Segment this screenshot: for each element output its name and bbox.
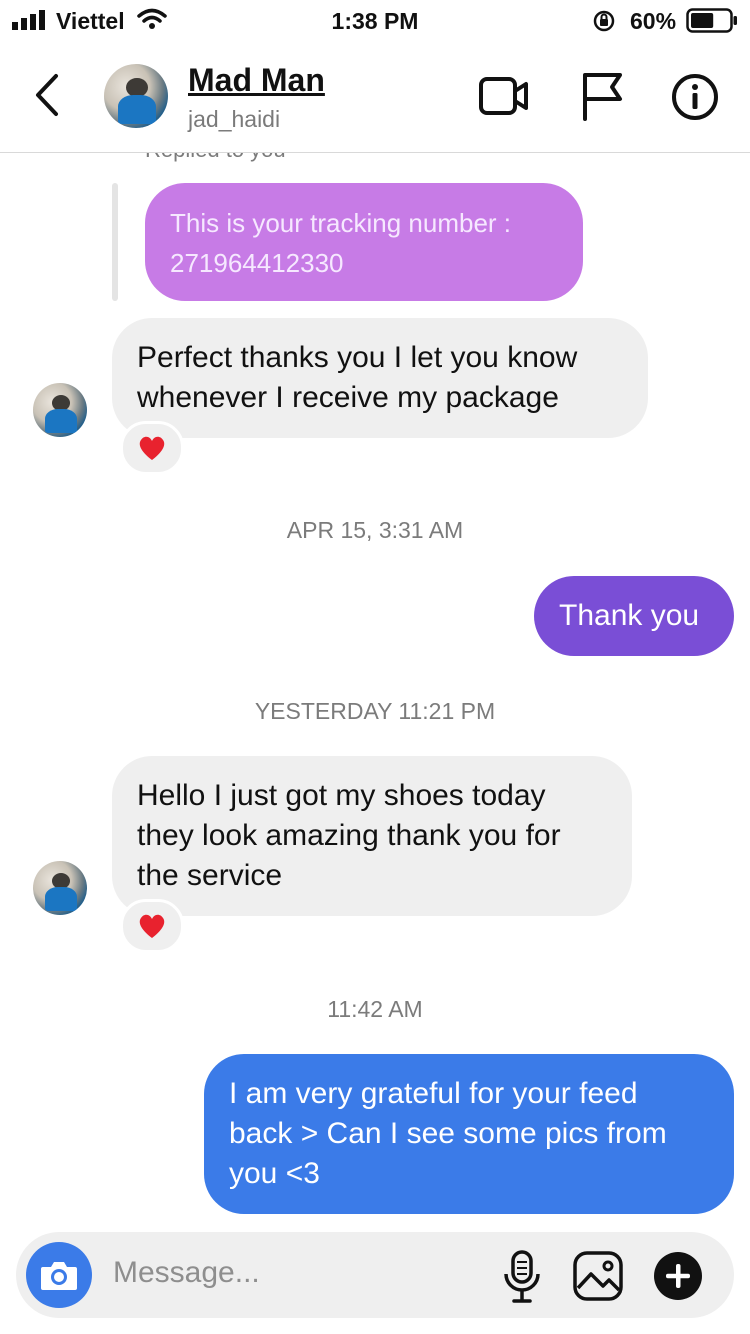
status-bar: Viettel 1:38 PM 60% bbox=[0, 0, 750, 42]
timestamp: APR 15, 3:31 AM bbox=[286, 517, 464, 543]
chat-header: Mad Man jad_haidi bbox=[0, 44, 750, 153]
outgoing-message[interactable]: Thank you bbox=[534, 576, 734, 656]
contact-handle: jad_haidi bbox=[188, 106, 281, 132]
info-icon[interactable] bbox=[670, 72, 720, 122]
sender-avatar[interactable] bbox=[33, 383, 87, 437]
timestamp: 11:42 AM bbox=[327, 996, 423, 1022]
reaction-badge[interactable] bbox=[120, 899, 184, 953]
message-input[interactable]: Message... bbox=[113, 1256, 260, 1290]
message-composer: Message... bbox=[16, 1232, 734, 1318]
gallery-icon[interactable] bbox=[572, 1250, 624, 1302]
avatar[interactable] bbox=[104, 64, 168, 128]
microphone-icon[interactable] bbox=[502, 1250, 542, 1304]
camera-icon bbox=[41, 1262, 77, 1290]
flag-icon[interactable] bbox=[580, 71, 624, 121]
camera-button[interactable] bbox=[26, 1242, 92, 1308]
incoming-message[interactable]: Perfect thanks you I let you know whenev… bbox=[112, 318, 648, 438]
contact-name[interactable]: Mad Man bbox=[188, 62, 325, 99]
battery-icon bbox=[686, 8, 737, 33]
heart-icon bbox=[139, 914, 165, 938]
battery-percent: 60% bbox=[630, 8, 677, 34]
outgoing-message[interactable]: I am very grateful for your feed back > … bbox=[204, 1054, 734, 1214]
message-thread[interactable]: Replied to you This is your tracking num… bbox=[0, 153, 750, 1228]
reaction-badge[interactable] bbox=[120, 421, 184, 475]
video-call-icon[interactable] bbox=[478, 74, 530, 118]
add-icon[interactable] bbox=[652, 1250, 704, 1302]
sender-avatar[interactable] bbox=[33, 861, 87, 915]
timestamp: YESTERDAY 11:21 PM bbox=[254, 698, 496, 724]
replied-label: Replied to you bbox=[145, 153, 286, 163]
reply-indicator bbox=[112, 183, 118, 301]
reply-quote-bubble[interactable]: This is your tracking number : 271964412… bbox=[145, 183, 583, 301]
orientation-lock-icon bbox=[593, 10, 615, 32]
back-arrow-icon[interactable] bbox=[32, 72, 62, 118]
heart-icon bbox=[139, 436, 165, 460]
incoming-message[interactable]: Hello I just got my shoes today they loo… bbox=[112, 756, 632, 916]
